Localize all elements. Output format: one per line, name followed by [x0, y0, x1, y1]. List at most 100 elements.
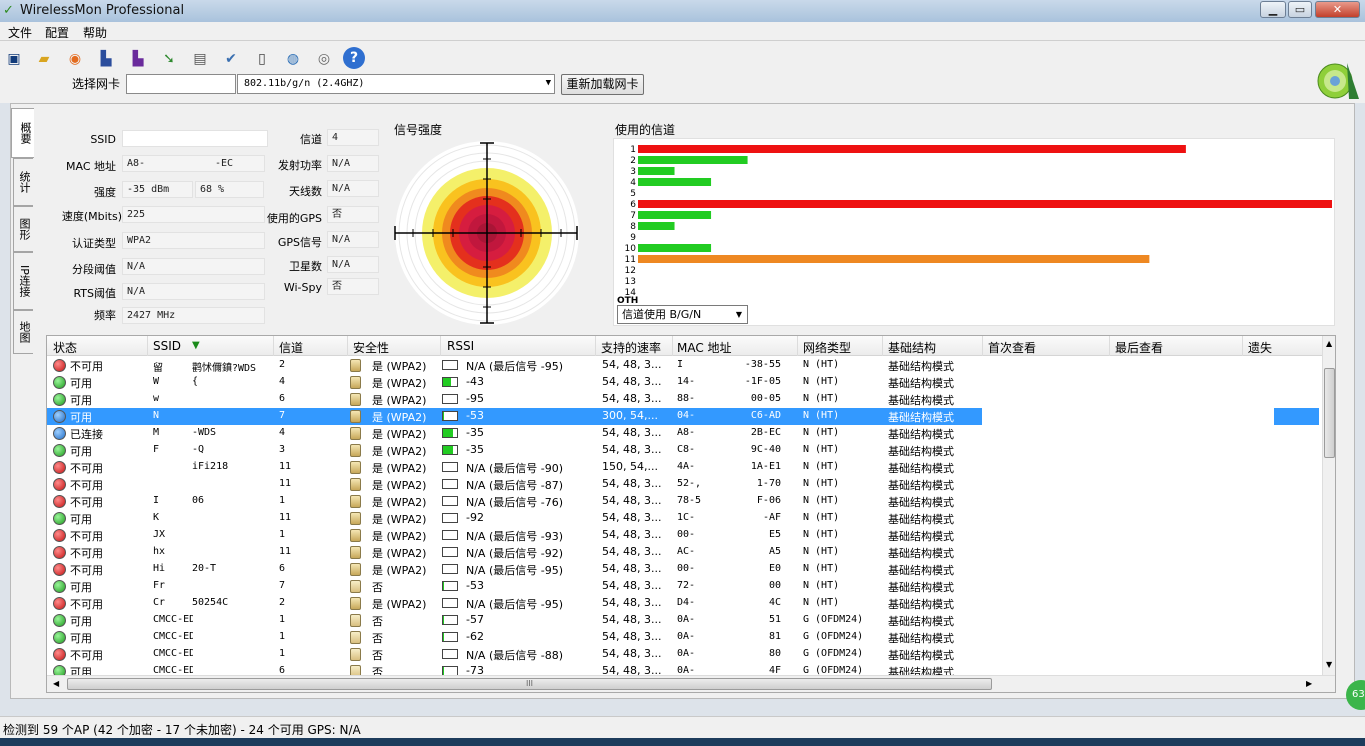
col-last-seen[interactable]: 最后查看	[1115, 339, 1163, 356]
col-security[interactable]: 安全性	[353, 339, 389, 356]
rates-cell: 54, 48, 3...	[602, 613, 662, 626]
tab-ip-connections[interactable]: IP连接	[13, 252, 33, 310]
channel-cell: 11	[279, 461, 292, 472]
reload-nic-button[interactable]: 重新加载网卡	[561, 74, 644, 95]
table-row[interactable]: 不可用 JX 1 是 (WPA2) N/A (最后信号 -93) 54, 48, 3...…	[47, 527, 1322, 544]
mac-cell: 0A-	[677, 631, 696, 642]
table-row[interactable]: 不可用 11 是 (WPA2) N/A (最后信号 -87) 54, 48, 3... 5…	[47, 476, 1322, 493]
table-row[interactable]: 可用 Fr 7 否 -53 54, 48, 3... 72- 00 N (HT) 基础结构模式	[47, 578, 1322, 595]
vertical-scroll-thumb[interactable]	[1324, 368, 1335, 458]
mac-cell-tail: 9C-40	[750, 444, 781, 455]
scroll-down-icon[interactable]: ▼	[1326, 660, 1332, 669]
nic-select[interactable]: 802.11b/g/n (2.4GHZ) ▼	[237, 74, 555, 94]
network-card-alt-icon[interactable]: ▙	[126, 47, 150, 71]
strength-pct-field: 68 %	[195, 181, 264, 198]
globe-icon[interactable]: ◍	[281, 47, 305, 71]
network-card-icon[interactable]: ▙	[94, 47, 118, 71]
clipboard-icon[interactable]: ▯	[250, 47, 274, 71]
menu-config[interactable]: 配置	[45, 24, 69, 41]
mac-cell: A8-	[677, 427, 696, 438]
col-rates[interactable]: 支持的速率	[601, 339, 661, 356]
scroll-left-icon[interactable]: ◀	[53, 679, 59, 688]
mac-cell-tail: 00-05	[750, 393, 781, 404]
maximize-button[interactable]: ▭	[1288, 1, 1312, 18]
record-icon[interactable]: ◉	[63, 47, 87, 71]
scroll-up-icon[interactable]: ▲	[1326, 339, 1332, 348]
table-row[interactable]: 可用 K 11 是 (WPA2) -92 54, 48, 3... 1C- -AF N (HT)…	[47, 510, 1322, 527]
table-row[interactable]: 不可用 留 鹳怵儞鐼?WDS 2 是 (WPA2) N/A (最后信号 -95) 54, 4…	[47, 357, 1322, 374]
mac-cell-tail: 81	[768, 631, 781, 642]
table-row[interactable]: 可用 N 7 是 (WPA2) -53 300, 54,... 04- C6-AD N (HT)…	[47, 408, 1322, 425]
rssi-bar-icon	[442, 428, 458, 438]
folder-icon[interactable]: ▰	[32, 47, 56, 71]
col-first-seen[interactable]: 首次查看	[988, 339, 1036, 356]
rates-cell: 54, 48, 3...	[602, 426, 662, 439]
selection-highlight	[1274, 408, 1319, 425]
table-row[interactable]: 不可用 iFi218 11 是 (WPA2) N/A (最后信号 -90) 150, 54…	[47, 459, 1322, 476]
rssi-cell: -53	[466, 409, 484, 422]
vertical-scrollbar[interactable]: ▲ ▼	[1322, 336, 1335, 676]
table-row[interactable]: 不可用 I 06 1 是 (WPA2) N/A (最后信号 -76) 54, 48, 3..…	[47, 493, 1322, 510]
status-red-icon	[53, 359, 66, 372]
mac-cell: 72-	[677, 580, 696, 591]
save-icon[interactable]: ▣	[2, 47, 26, 71]
minimize-button[interactable]: ▁	[1260, 1, 1286, 18]
export-icon[interactable]: ➘	[157, 47, 181, 71]
scroll-right-icon[interactable]: ▶	[1306, 679, 1312, 688]
table-row[interactable]: 不可用 Hi 20-T 6 是 (WPA2) N/A (最后信号 -95) 54, 48, …	[47, 561, 1322, 578]
table-row[interactable]: 可用 CMCC-EDU 1 否 -57 54, 48, 3... 0A- 51 G (OFDM2…	[47, 612, 1322, 629]
rssi-bar-icon	[442, 513, 458, 523]
check-icon[interactable]: ✔	[219, 47, 243, 71]
globe-network-icon[interactable]: ◎	[312, 47, 336, 71]
col-infrastructure[interactable]: 基础结构	[888, 339, 936, 356]
table-row[interactable]: 不可用 hx 11 是 (WPA2) N/A (最后信号 -92) 54, 48, 3..…	[47, 544, 1322, 561]
security-cell: 是 (WPA2)	[372, 598, 427, 611]
tab-summary[interactable]: 概要	[11, 108, 34, 158]
col-mac[interactable]: MAC 地址	[677, 339, 732, 356]
chevron-down-icon: ▼	[735, 310, 742, 319]
horizontal-scrollbar[interactable]: ◀ III ▶	[47, 675, 1335, 692]
channel-filter-select[interactable]: 信道使用 B/G/N ▼	[617, 305, 748, 324]
table-row[interactable]: 不可用 CMCC-EDU 1 否 N/A (最后信号 -88) 54, 48, 3... 0…	[47, 646, 1322, 663]
table-row[interactable]: 可用 F -Q 3 是 (WPA2) -35 54, 48, 3... C8- 9C-40 N (…	[47, 442, 1322, 459]
table-row[interactable]: 不可用 Cr 50254C 2 是 (WPA2) N/A (最后信号 -95) 54, 48…	[47, 595, 1322, 612]
col-channel[interactable]: 信道	[279, 339, 303, 356]
corner-badge[interactable]: 63	[1346, 680, 1365, 710]
lock-icon	[350, 393, 361, 406]
table-row[interactable]: 可用 w 6 是 (WPA2) -95 54, 48, 3... 88- 00-05 N (HT…	[47, 391, 1322, 408]
col-status[interactable]: 状态	[53, 339, 77, 356]
table-row[interactable]: 可用 CMCC-EDU 1 否 -62 54, 48, 3... 0A- 81 G (OFDM2…	[47, 629, 1322, 646]
mac-label: MAC 地址	[66, 160, 116, 173]
tab-statistics[interactable]: 统计	[13, 158, 33, 206]
menu-help[interactable]: 帮助	[83, 24, 107, 41]
menu-file[interactable]: 文件	[8, 24, 32, 41]
rssi-bar-icon	[442, 581, 458, 591]
nic-input[interactable]	[126, 74, 236, 94]
network-type-cell: N (HT)	[803, 478, 840, 489]
tab-map[interactable]: 地图	[13, 310, 33, 354]
tab-graph[interactable]: 图形	[13, 206, 33, 252]
mac-cell: 78-5	[677, 495, 702, 506]
horizontal-scroll-thumb[interactable]: III	[67, 678, 992, 690]
close-button[interactable]: ✕	[1315, 1, 1360, 18]
network-type-cell: N (HT)	[803, 546, 840, 557]
table-row[interactable]: 已连接 M -WDS 4 是 (WPA2) -35 54, 48, 3... A8- 2B-EC…	[47, 425, 1322, 442]
print-icon[interactable]: ▤	[188, 47, 212, 71]
ssid-cell: 留	[153, 363, 163, 374]
lock-icon	[350, 427, 361, 440]
channel-label: 信道	[300, 133, 322, 146]
table-row[interactable]: 可用 CMCC-EDU 6 否 -73 54, 48, 3... 0A- 4F G (OFDM2…	[47, 663, 1322, 675]
mac-cell: D4-	[677, 597, 696, 608]
frag-label: 分段阈值	[72, 263, 116, 276]
status-red-icon	[53, 461, 66, 474]
mac-cell-tail: 2B-EC	[750, 427, 781, 438]
channel-cell: 3	[279, 444, 286, 455]
mac-cell: 0A-	[677, 614, 696, 625]
help-icon[interactable]: ?	[343, 47, 365, 69]
col-ssid[interactable]: SSID	[153, 339, 181, 353]
col-lost[interactable]: 遗失	[1248, 339, 1272, 356]
lock-icon	[350, 597, 361, 610]
col-network-type[interactable]: 网络类型	[803, 339, 851, 356]
col-rssi[interactable]: RSSI	[447, 339, 474, 353]
table-row[interactable]: 可用 W {4 是 (WPA2) -43 54, 48, 3... 14- -1F-05 N (…	[47, 374, 1322, 391]
